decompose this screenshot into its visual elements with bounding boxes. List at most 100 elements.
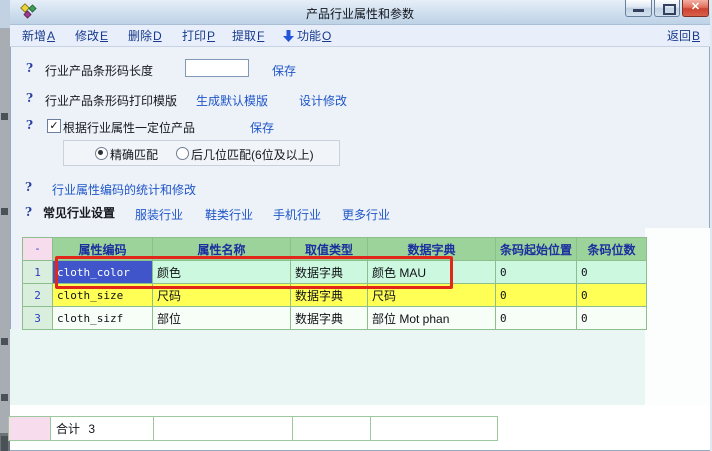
toolbar-item-label: 功能 xyxy=(297,29,321,43)
toolbar-item-label: 提取 xyxy=(232,29,256,43)
close-button[interactable]: ✕ xyxy=(682,0,709,17)
industry-link-clothing[interactable]: 服装行业 xyxy=(135,206,183,223)
toolbar-item-label: 打印 xyxy=(182,29,206,43)
help-icon[interactable]: ? xyxy=(26,91,33,105)
minimize-button[interactable] xyxy=(625,0,652,17)
locate-product-label: 根据行业属性一定位产品 xyxy=(63,119,195,136)
hotkey: D xyxy=(153,29,162,43)
print-template-label: 行业产品条形码打印模版 xyxy=(45,92,177,109)
toolbar-item-new[interactable]: 新增A xyxy=(22,25,55,47)
header-attr-code[interactable]: 属性编码 xyxy=(53,238,153,261)
industry-link-mobile[interactable]: 手机行业 xyxy=(273,206,321,223)
background-artifact xyxy=(1,338,8,345)
cell-attr-name[interactable]: 尺码 xyxy=(153,284,291,307)
generate-template-link[interactable]: 生成默认模版 xyxy=(196,92,268,109)
help-icon[interactable]: ? xyxy=(26,118,33,132)
header-barcode-digits[interactable]: 条码位数 xyxy=(577,238,647,261)
exact-match-label: 精确匹配 xyxy=(110,146,158,163)
hotkey: F xyxy=(257,29,264,43)
header-value-type[interactable]: 取值类型 xyxy=(291,238,368,261)
table-row: 1 cloth_color 颜色 数据字典 颜色 MAU 0 0 xyxy=(23,261,647,284)
cell-value-type[interactable]: 数据字典 xyxy=(291,307,368,330)
summary-empty-cell xyxy=(154,417,293,441)
barcode-length-label: 行业产品条形码长度 xyxy=(45,62,153,79)
hotkey: A xyxy=(47,29,55,43)
help-icon[interactable]: ? xyxy=(25,205,32,219)
cell-attr-code-selected[interactable]: cloth_color xyxy=(53,261,153,284)
cell-data-dict[interactable]: 颜色 MAU xyxy=(368,261,496,284)
background-artifact xyxy=(1,436,8,451)
grid-empty-area xyxy=(10,329,645,405)
cell-attr-name[interactable]: 颜色 xyxy=(153,261,291,284)
window-titlebar: 产品行业属性和参数 xyxy=(10,0,710,25)
help-icon[interactable]: ? xyxy=(26,61,33,75)
window-title: 产品行业属性和参数 xyxy=(10,5,710,22)
background-artifact xyxy=(1,113,8,120)
toolbar-item-back[interactable]: 返回B xyxy=(667,25,700,47)
summary-table: 合计 3 xyxy=(8,416,498,441)
help-icon[interactable]: ? xyxy=(25,180,32,194)
barcode-length-save-link[interactable]: 保存 xyxy=(272,62,296,79)
table-row: 2 cloth_size 尺码 数据字典 尺码 0 0 xyxy=(23,284,647,307)
maximize-button[interactable] xyxy=(654,0,680,17)
cell-barcode-start[interactable]: 0 xyxy=(496,261,577,284)
row-number-cell[interactable]: 2 xyxy=(23,284,53,307)
cell-barcode-start[interactable]: 0 xyxy=(496,284,577,307)
hotkey: E xyxy=(100,29,108,43)
industry-link-shoes[interactable]: 鞋类行业 xyxy=(205,206,253,223)
row-number-cell[interactable]: 1 xyxy=(23,261,53,284)
toolbar-item-label: 删除 xyxy=(128,29,152,43)
hotkey: P xyxy=(207,29,215,43)
toolbar-item-function[interactable]: 功能O xyxy=(297,25,331,47)
toolbar-item-print[interactable]: 打印P xyxy=(182,25,215,47)
close-icon: ✕ xyxy=(691,1,700,13)
attribute-code-stat-link[interactable]: 行业属性编码的统计和修改 xyxy=(52,181,196,198)
locate-product-checkbox[interactable]: ✓ xyxy=(47,119,61,133)
attributes-table: - 属性编码 属性名称 取值类型 数据字典 条码起始位置 条码位数 1 clot… xyxy=(22,237,647,330)
summary-row: 合计 3 xyxy=(9,417,498,441)
locate-save-link[interactable]: 保存 xyxy=(250,119,274,136)
common-industry-label: 常见行业设置 xyxy=(43,204,115,221)
cell-attr-name[interactable]: 部位 xyxy=(153,307,291,330)
background-artifact xyxy=(1,208,8,215)
suffix-match-radio[interactable] xyxy=(176,147,189,160)
cell-attr-code[interactable]: cloth_sizf xyxy=(53,307,153,330)
total-label: 合计 xyxy=(56,422,80,436)
cell-barcode-digits[interactable]: 0 xyxy=(577,261,647,284)
header-attr-name[interactable]: 属性名称 xyxy=(153,238,291,261)
cell-value-type[interactable]: 数据字典 xyxy=(291,284,368,307)
cell-data-dict[interactable]: 尺码 xyxy=(368,284,496,307)
toolbar-item-modify[interactable]: 修改E xyxy=(75,25,108,47)
maximize-icon xyxy=(663,4,676,15)
header-data-dict[interactable]: 数据字典 xyxy=(368,238,496,261)
barcode-length-input[interactable] xyxy=(185,59,249,77)
cell-barcode-digits[interactable]: 0 xyxy=(577,307,647,330)
cell-barcode-digits[interactable]: 0 xyxy=(577,284,647,307)
hotkey: O xyxy=(322,29,331,43)
cell-barcode-start[interactable]: 0 xyxy=(496,307,577,330)
toolbar-item-label: 新增 xyxy=(22,29,46,43)
cell-value-type[interactable]: 数据字典 xyxy=(291,261,368,284)
background-artifact xyxy=(1,394,8,401)
toolbar xyxy=(10,25,710,47)
summary-empty-cell xyxy=(371,417,498,441)
corner-cell[interactable]: - xyxy=(23,238,53,261)
minimize-icon xyxy=(633,9,644,12)
cell-data-dict[interactable]: 部位 Mot phan xyxy=(368,307,496,330)
summary-total-cell: 合计 3 xyxy=(51,417,154,441)
toolbar-item-label: 修改 xyxy=(75,29,99,43)
down-arrow-icon xyxy=(283,30,294,42)
table-header-row: - 属性编码 属性名称 取值类型 数据字典 条码起始位置 条码位数 xyxy=(23,238,647,261)
toolbar-item-extract[interactable]: 提取F xyxy=(232,25,264,47)
row-number-cell[interactable]: 3 xyxy=(23,307,53,330)
suffix-match-label: 后几位匹配(6位及以上) xyxy=(191,146,314,163)
screen: 产品行业属性和参数 ✕ 新增A 修改E 删除D 打印P 提取F 功能O 返回B … xyxy=(0,0,712,451)
table-row: 3 cloth_sizf 部位 数据字典 部位 Mot phan 0 0 xyxy=(23,307,647,330)
cell-attr-code[interactable]: cloth_size xyxy=(53,284,153,307)
exact-match-radio[interactable] xyxy=(95,147,108,160)
total-value: 3 xyxy=(88,422,95,436)
design-modify-link[interactable]: 设计修改 xyxy=(299,92,347,109)
header-barcode-start[interactable]: 条码起始位置 xyxy=(496,238,577,261)
toolbar-item-delete[interactable]: 删除D xyxy=(128,25,162,47)
industry-link-more[interactable]: 更多行业 xyxy=(342,206,390,223)
